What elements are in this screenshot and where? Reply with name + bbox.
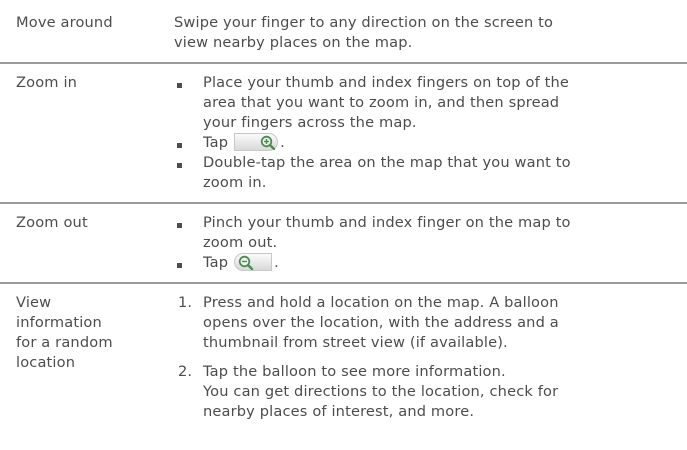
bullet-text: Tap (203, 134, 229, 151)
row-label-move-around: Move around (16, 14, 113, 31)
row-divider (0, 62, 687, 64)
view-info-step-1: Press and hold a location on the map. A … (203, 293, 681, 353)
step-line: Press and hold a location on the map. A … (203, 294, 559, 311)
bullet-line: Pinch your thumb and index finger on the… (203, 214, 571, 231)
row-desc-move-around: Swipe your finger to any direction on th… (174, 13, 679, 53)
bullet-line: area that you want to zoom in, and then … (203, 94, 560, 111)
zoom-in-bullet-1: Place your thumb and index fingers on to… (203, 73, 681, 133)
bullet-line: zoom out. (203, 234, 278, 251)
bullet-line: Place your thumb and index fingers on to… (203, 74, 570, 91)
zoom-in-magnifier-icon (234, 132, 280, 152)
bullet-line: your fingers across the map. (203, 114, 417, 131)
bullet-marker (177, 263, 182, 268)
bullet-marker (177, 83, 182, 88)
bullet-line: Double-tap the area on the map that you … (203, 154, 571, 171)
label-line: information (16, 314, 102, 331)
label-line: location (16, 354, 76, 371)
bullet-line: zoom in. (203, 174, 267, 191)
bullet-text: . (274, 254, 279, 271)
step-line: nearby places of interest, and more. (203, 403, 475, 420)
step-number: 2. (178, 363, 193, 380)
bullet-marker (177, 143, 182, 148)
zoom-out-magnifier-icon (234, 252, 274, 272)
step-line: thumbnail from street view (if available… (203, 334, 508, 351)
label-line: for a random (16, 334, 113, 351)
row-divider (0, 202, 687, 204)
bullet-text: Tap (203, 254, 229, 271)
row-label-view-information: View information for a random location (16, 293, 156, 373)
row-label-zoom-in: Zoom in (16, 74, 78, 91)
step-number: 1. (178, 294, 193, 311)
bullet-marker (177, 163, 182, 168)
desc-line: view nearby places on the map. (174, 34, 413, 51)
step-line: Tap the balloon to see more information. (203, 363, 506, 380)
zoom-out-bullet-2: Tap. (203, 252, 681, 273)
step-line: opens over the location, with the addres… (203, 314, 559, 331)
step-line: You can get directions to the location, … (203, 383, 559, 400)
bullet-marker (177, 223, 182, 228)
desc-line: Swipe your finger to any direction on th… (174, 14, 554, 31)
zoom-in-bullet-2: Tap. (203, 132, 681, 153)
row-divider (0, 282, 687, 284)
zoom-in-bullet-3: Double-tap the area on the map that you … (203, 153, 681, 193)
row-label-zoom-out: Zoom out (16, 214, 88, 231)
label-line: View (16, 294, 52, 311)
view-info-step-2: Tap the balloon to see more information.… (203, 362, 681, 422)
zoom-out-bullet-1: Pinch your thumb and index finger on the… (203, 213, 681, 253)
bullet-text: . (280, 134, 285, 151)
